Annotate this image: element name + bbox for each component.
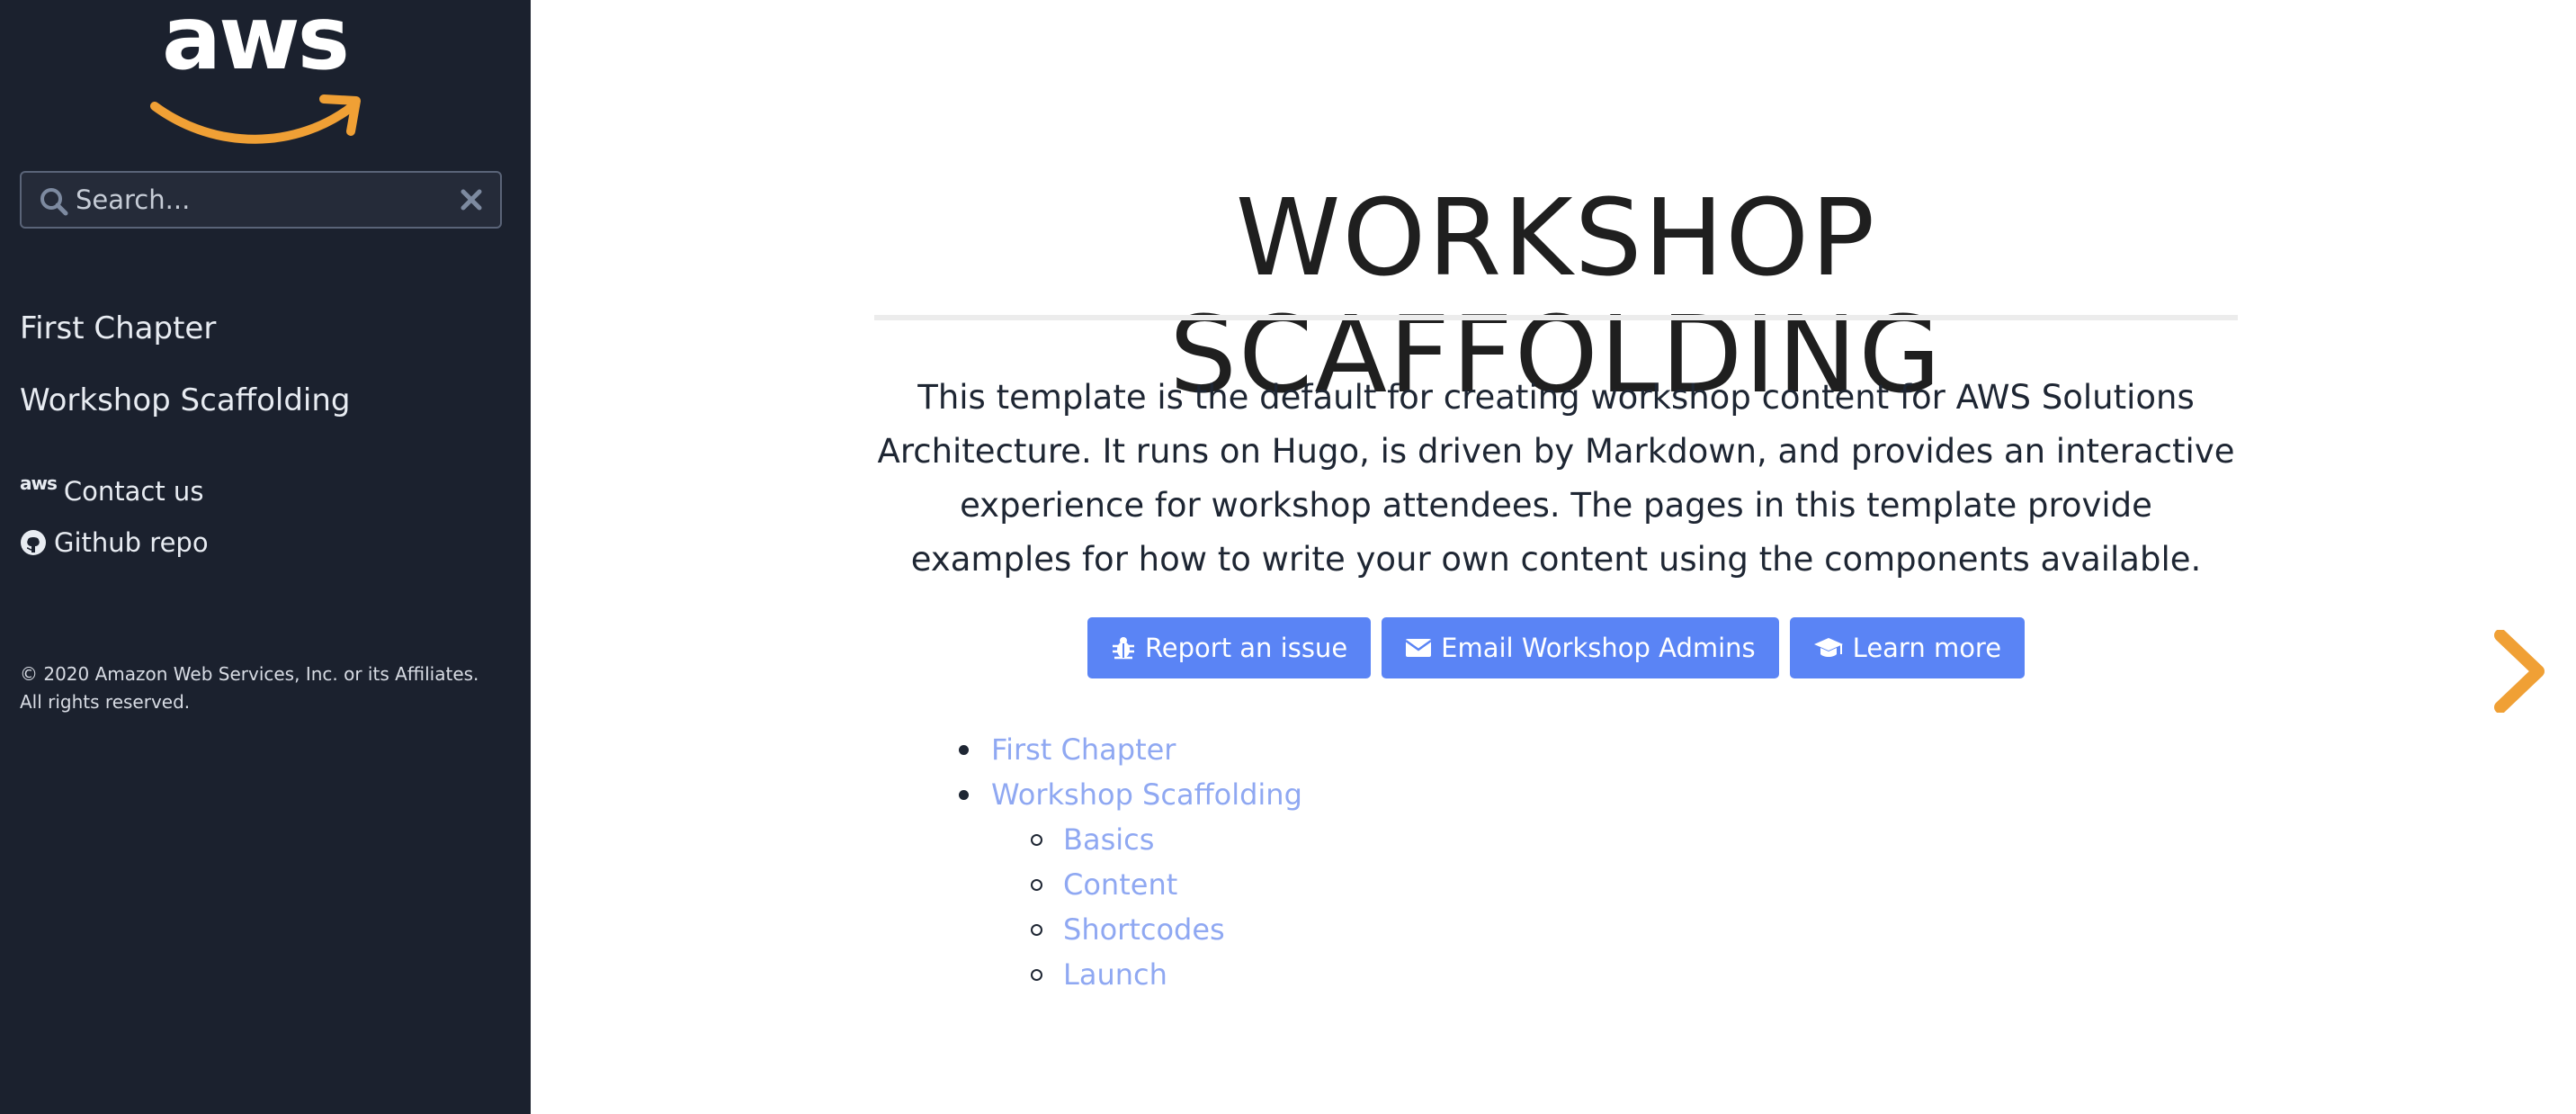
github-icon: [21, 530, 46, 555]
report-issue-label: Report an issue: [1144, 633, 1348, 663]
sidebar-item-workshop-scaffolding[interactable]: Workshop Scaffolding: [20, 385, 351, 416]
smile-arrow-icon: [150, 94, 361, 144]
learn-more-button[interactable]: Learn more: [1789, 617, 2026, 678]
graduation-cap-icon: [1813, 638, 1843, 657]
learn-more-label: Learn more: [1852, 633, 2002, 663]
toc-link-workshop-scaffolding[interactable]: Workshop Scaffolding: [991, 777, 1302, 812]
table-of-contents: First Chapter Workshop Scaffolding Basic…: [944, 727, 1302, 997]
intro-paragraph: This template is the default for creatin…: [877, 378, 2235, 579]
copyright-text: © 2020 Amazon Web Services, Inc. or its …: [20, 663, 479, 713]
toc-link-basics[interactable]: Basics: [1063, 822, 1154, 857]
aws-icon: aws: [20, 472, 58, 494]
toc-subitem: Content: [944, 862, 1302, 907]
email-admins-label: Email Workshop Admins: [1441, 633, 1756, 663]
contact-us-label: Contact us: [63, 476, 204, 507]
aws-logo[interactable]: aws: [144, 0, 378, 147]
sidebar-item-first-chapter[interactable]: First Chapter: [20, 313, 216, 344]
toc-subitem: Shortcodes: [944, 907, 1302, 952]
chevron-right-icon[interactable]: [2493, 630, 2547, 713]
toc-item: Workshop Scaffolding: [944, 772, 1302, 817]
search-box: [20, 171, 502, 229]
toc-item: First Chapter: [944, 727, 1302, 772]
close-icon[interactable]: [459, 187, 484, 212]
main-content: WORKSHOP SCAFFOLDING This template is th…: [531, 0, 2576, 1114]
bug-icon: [1112, 637, 1134, 660]
contact-us-link[interactable]: aws Contact us: [20, 474, 204, 507]
search-input[interactable]: [76, 180, 453, 220]
sidebar: aws First Chapter Workshop Scaffolding a…: [0, 0, 531, 1114]
search-icon: [40, 188, 68, 216]
toc-subitem: Launch: [944, 952, 1302, 997]
report-issue-button[interactable]: Report an issue: [1087, 617, 1372, 678]
title-divider: [874, 315, 2238, 320]
toc-link-content[interactable]: Content: [1063, 867, 1177, 902]
envelope-icon: [1405, 639, 1432, 657]
toc-subitem: Basics: [944, 817, 1302, 862]
toc-link-launch[interactable]: Launch: [1063, 957, 1167, 992]
email-admins-button[interactable]: Email Workshop Admins: [1382, 617, 1779, 678]
action-buttons: Report an issue Email Workshop Admins Le…: [874, 617, 2238, 678]
toc-link-first-chapter[interactable]: First Chapter: [991, 732, 1176, 767]
github-repo-link[interactable]: Github repo: [20, 529, 209, 556]
toc-link-shortcodes[interactable]: Shortcodes: [1063, 912, 1225, 947]
github-repo-label: Github repo: [54, 526, 209, 558]
